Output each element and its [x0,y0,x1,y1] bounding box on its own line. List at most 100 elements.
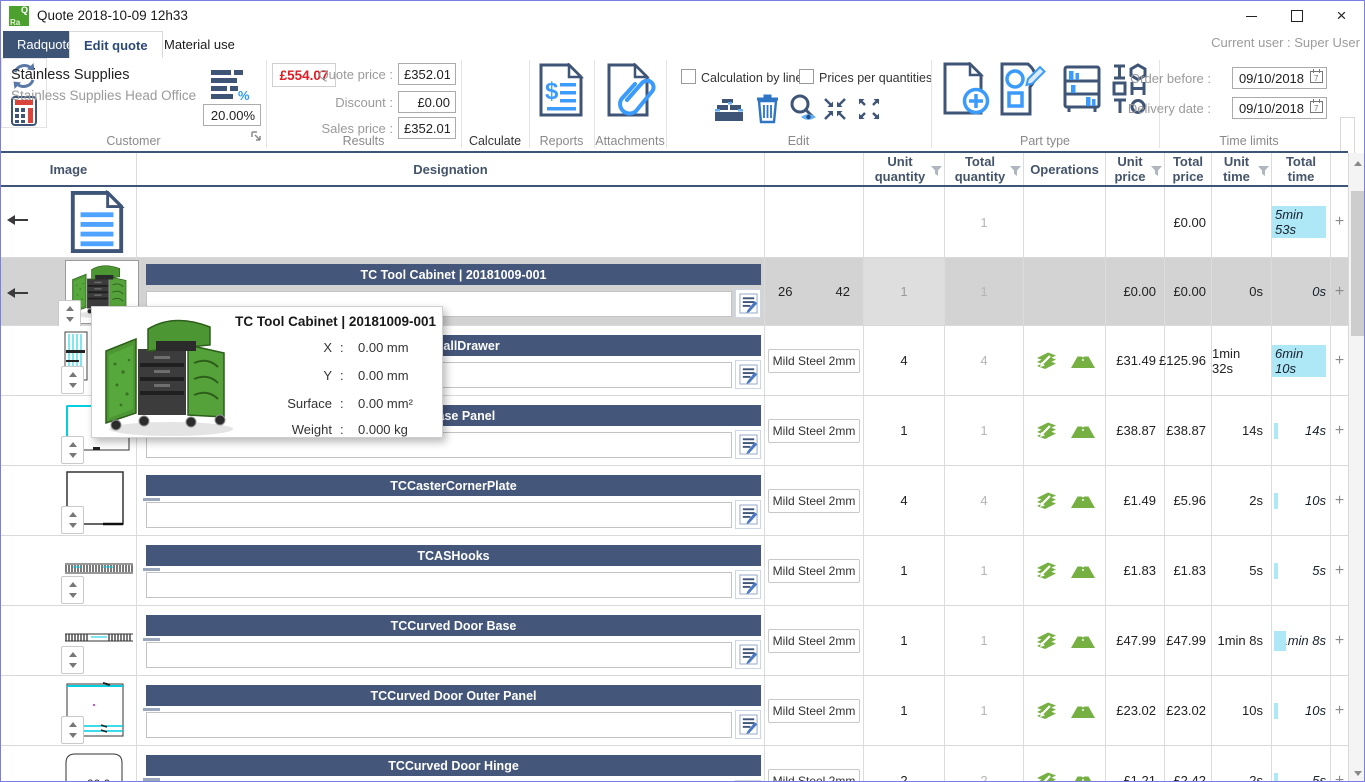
add-part-icon[interactable] [942,62,990,116]
material-selector[interactable]: Mild Steel 2mm [768,629,861,653]
material-selector[interactable]: Mild Steel 2mm [768,769,861,782]
vertical-scrollbar[interactable] [1348,153,1365,782]
table-row[interactable]: TCASHooksMild Steel 2mm11£1.83£1.835s5s+ [1,536,1348,606]
unit-time-value: 14s [1242,423,1263,438]
material-selector[interactable]: Mild Steel 2mm [768,489,861,513]
expand-all-icon[interactable] [856,96,882,122]
quantity-stepper[interactable] [61,366,84,394]
folding-operation-icon[interactable] [1070,702,1096,720]
material-selector[interactable]: Mild Steel 2mm [768,559,861,583]
filter-icon[interactable] [931,164,942,179]
quantity-stepper[interactable] [61,506,84,534]
order-before-field[interactable]: 09/10/2018 7 [1232,67,1327,89]
prices-per-quantities-checkbox[interactable] [799,69,814,84]
expand-row-button[interactable]: + [1335,772,1344,782]
notes-edit-button[interactable] [735,710,761,739]
notes-edit-button[interactable] [735,289,761,318]
notes-edit-button[interactable] [735,500,761,529]
materials-icon[interactable] [713,96,745,122]
table-row[interactable]: TCCurved Door Outer PanelMild Steel 2mm1… [1,676,1348,746]
unit-quantity-cell: 1 [863,536,944,605]
filter-icon[interactable] [1151,164,1162,179]
notes-edit-button[interactable] [735,570,761,599]
expand-row-button[interactable]: + [1335,702,1344,720]
table-row[interactable]: 1£0.005min 53s+ [1,187,1348,258]
collapse-arrow[interactable] [7,288,28,298]
tab-edit-quote[interactable]: Edit quote [69,31,163,59]
filter-icon[interactable] [1258,164,1269,179]
quantity-stepper[interactable] [61,716,84,744]
margin-rate-input[interactable] [203,104,261,126]
cutting-operation-icon[interactable] [1034,351,1058,371]
calculation-by-line-checkbox[interactable] [681,69,696,84]
calculation-by-line-option[interactable]: Calculation by line [681,69,802,87]
designation-input[interactable] [146,642,732,668]
delivery-date-field[interactable]: 09/10/2018 7 [1232,97,1327,119]
expand-row-button[interactable]: + [1335,283,1344,301]
designation-input[interactable] [146,712,732,738]
expand-row-button[interactable]: + [1335,213,1344,231]
quantity-stepper[interactable] [61,436,84,464]
cutting-operation-icon[interactable] [1034,631,1058,651]
cutting-operation-icon[interactable] [1034,771,1058,782]
collapse-arrow[interactable] [7,215,28,225]
cutting-operation-icon[interactable] [1034,421,1058,441]
discount-input[interactable] [398,91,456,113]
quantity-stepper[interactable] [58,300,81,328]
maximize-button[interactable] [1274,1,1319,31]
delivery-date-value: 09/10/2018 [1233,101,1310,116]
table-row[interactable]: TCCurved Door BaseMild Steel 2mm11£47.99… [1,606,1348,676]
edit-part-icon[interactable] [998,62,1046,116]
notes-edit-button[interactable] [735,430,761,459]
table-row[interactable]: TCCasterCornerPlateMild Steel 2mm44£1.49… [1,466,1348,536]
reports-icon[interactable]: $ [538,61,584,119]
scroll-down-arrow[interactable] [1349,765,1365,781]
cutting-operation-icon[interactable] [1034,701,1058,721]
expand-row-button[interactable]: + [1335,352,1344,370]
folding-operation-icon[interactable] [1070,772,1096,782]
expand-row-button[interactable]: + [1335,422,1344,440]
unit-time-value: 10s [1242,703,1263,718]
calendar-icon[interactable]: 7 [1310,99,1326,118]
notes-edit-button[interactable] [735,360,761,389]
cutting-operation-icon[interactable] [1034,491,1058,511]
calendar-icon[interactable]: 7 [1310,69,1326,88]
tab-material-use[interactable]: Material use [150,31,249,58]
customer-name: Stainless Supplies [11,67,130,83]
quote-price-input[interactable] [398,63,456,85]
material-selector[interactable]: Mild Steel 2mm [768,699,861,723]
svg-text:%: % [238,88,250,102]
folding-operation-icon[interactable] [1070,352,1096,370]
material-selector[interactable]: Mild Steel 2mm [768,349,861,373]
part-thumbnail[interactable]: 90.0 [63,750,127,782]
material-selector[interactable]: Mild Steel 2mm [768,419,861,443]
close-button[interactable]: × [1319,1,1364,31]
customer-dialog-launcher-icon[interactable] [251,128,261,146]
delete-icon[interactable] [755,94,780,124]
folding-operation-icon[interactable] [1070,422,1096,440]
preview-search-icon[interactable] [787,92,818,123]
folding-operation-icon[interactable] [1070,562,1096,580]
prices-per-quantities-option[interactable]: Prices per quantities [799,69,932,87]
scrollbar-thumb[interactable] [1351,191,1364,336]
tooltip-title: TC Tool Cabinet | 20181009-001 [235,314,436,329]
notes-edit-button[interactable] [735,640,761,669]
folding-operation-icon[interactable] [1070,492,1096,510]
attachments-icon[interactable] [605,61,657,119]
designation-input[interactable] [146,572,732,598]
expand-row-button[interactable]: + [1335,492,1344,510]
scroll-up-arrow[interactable] [1349,155,1365,171]
filter-icon[interactable] [1010,164,1021,179]
minimize-button[interactable] [1229,1,1274,31]
expand-row-button[interactable]: + [1335,632,1344,650]
expand-row-button[interactable]: + [1335,562,1344,580]
stock-shelf-icon[interactable] [1061,64,1103,114]
folding-operation-icon[interactable] [1070,632,1096,650]
cutting-operation-icon[interactable] [1034,561,1058,581]
designation-input[interactable] [146,502,732,528]
table-row[interactable]: 90.0TCCurved Door HingeMild Steel 2mm22£… [1,746,1348,782]
window-title: Quote 2018-10-09 12h33 [37,8,188,23]
quantity-stepper[interactable] [61,646,84,674]
quantity-stepper[interactable] [61,576,84,604]
collapse-all-icon[interactable] [822,96,848,122]
